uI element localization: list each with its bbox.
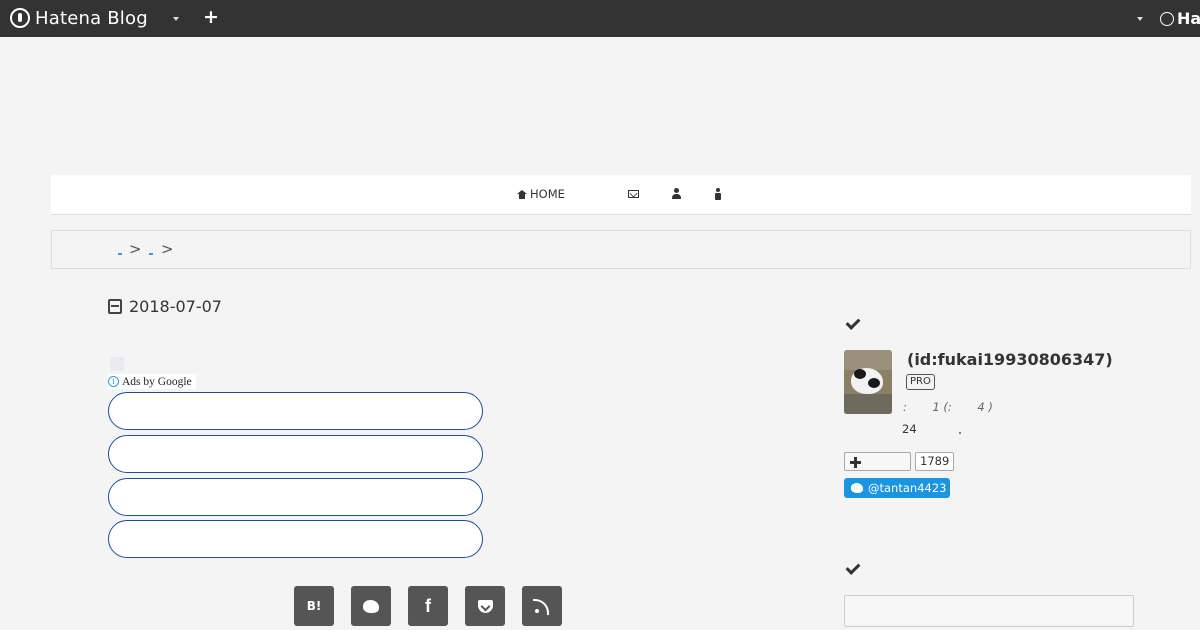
facebook-share-button[interactable]: f: [408, 586, 448, 626]
new-post-plus-icon[interactable]: +: [203, 7, 219, 27]
person-icon[interactable]: [713, 188, 725, 200]
follow-button[interactable]: [844, 452, 911, 471]
profile-id[interactable]: (id:fukai19930806347): [907, 350, 1113, 369]
breadcrumb-link-2[interactable]: [149, 253, 153, 255]
breadcrumb-separator: >: [161, 240, 174, 258]
hatena-blog-logo[interactable]: Hatena Blog: [10, 6, 148, 30]
facebook-icon: f: [425, 595, 431, 616]
mail-icon[interactable]: [628, 190, 639, 198]
calendar-icon: [108, 299, 122, 314]
rss-icon: [533, 599, 549, 615]
pocket-icon: [477, 599, 493, 613]
ads-label-text: Ads by Google: [122, 375, 192, 388]
search-module-check-icon: [845, 562, 859, 574]
breadcrumb-separator: >: [129, 240, 142, 258]
blog-menu-chevron-down-icon[interactable]: [173, 17, 179, 21]
info-icon: i: [108, 376, 119, 387]
breadcrumb: > >: [51, 230, 1191, 269]
blog-header: [51, 37, 1191, 175]
twitter-follow-button[interactable]: @tantan4423: [844, 478, 950, 498]
user-menu-chevron-down-icon[interactable]: [1137, 17, 1143, 21]
hatena-bookmark-icon: B!: [306, 599, 322, 613]
hatena-mini-icon: [1160, 11, 1174, 26]
top-bar: Hatena Blog + Ha: [0, 0, 1200, 37]
profile-icon[interactable]: [671, 188, 683, 200]
ad-image-placeholder: [110, 357, 124, 371]
search-input[interactable]: [844, 595, 1134, 627]
brand-name: Hatena Blog: [35, 7, 148, 29]
profile-meta: : 1 (: 4 ): [903, 400, 993, 414]
hatena-right-text: Ha: [1177, 9, 1200, 28]
twitter-icon: [851, 483, 863, 493]
ad-link-button[interactable]: [108, 478, 483, 516]
ad-link-button[interactable]: [108, 392, 483, 430]
rss-button[interactable]: [522, 586, 562, 626]
global-nav: HOME: [51, 175, 1191, 215]
ads-by-google-label[interactable]: i Ads by Google: [108, 374, 196, 389]
twitter-icon: [363, 599, 379, 613]
hatena-logo-icon: [10, 8, 30, 28]
twitter-handle: @tantan4423: [868, 481, 947, 495]
ad-link-button[interactable]: [108, 520, 483, 558]
home-icon: [517, 189, 527, 199]
avatar[interactable]: [844, 350, 892, 414]
entry-date: 2018-07-07: [108, 297, 222, 316]
profile-count: 24: [902, 422, 917, 436]
breadcrumb-link-1[interactable]: [118, 253, 122, 255]
nav-home-label: HOME: [530, 187, 565, 201]
entry-date-text[interactable]: 2018-07-07: [129, 297, 222, 316]
pocket-share-button[interactable]: [465, 586, 505, 626]
hatena-bookmark-share-button[interactable]: B!: [294, 586, 334, 626]
nav-home-link[interactable]: HOME: [517, 187, 565, 201]
ad-link-button[interactable]: [108, 435, 483, 473]
pro-badge[interactable]: PRO: [906, 374, 935, 390]
hatena-right-logo[interactable]: Ha: [1160, 9, 1200, 28]
profile-module-check-icon: [845, 317, 859, 329]
twitter-share-button[interactable]: [351, 586, 391, 626]
share-buttons: B! f: [294, 586, 562, 626]
profile-link[interactable]: [959, 432, 961, 434]
follower-count: 1789: [915, 452, 955, 471]
